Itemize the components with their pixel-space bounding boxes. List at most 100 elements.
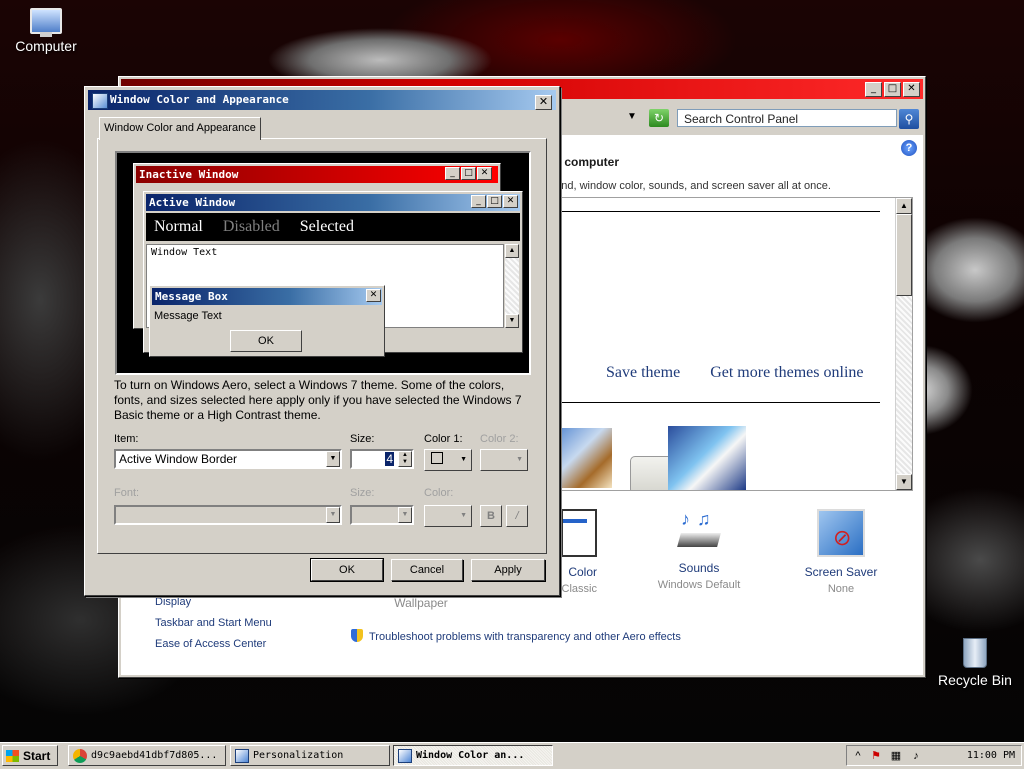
shield-icon xyxy=(351,629,363,642)
sounds-icon: ♪ ♫ xyxy=(675,509,723,553)
recycle-bin-icon xyxy=(963,638,987,668)
message-box-text: Message Text xyxy=(154,310,222,322)
window-color-icon xyxy=(398,749,412,763)
theme-list: Save theme Get more themes online ▲ ▼ xyxy=(549,197,913,491)
size-label: Size: xyxy=(350,433,375,445)
save-theme-link[interactable]: Save theme xyxy=(606,364,680,381)
system-tray: ^ ⚑ ▦ ♪ 11:00 PM xyxy=(846,745,1022,766)
active-window-title: Active Window xyxy=(146,194,520,211)
close-button[interactable]: ✕ xyxy=(903,82,920,97)
screen-saver-icon xyxy=(817,509,865,557)
chevron-down-icon[interactable]: ▼ xyxy=(326,451,340,467)
troubleshoot-link[interactable]: Troubleshoot problems with transparency … xyxy=(351,629,681,643)
color1-swatch xyxy=(431,452,443,464)
item-select[interactable]: Active Window Border ▼ xyxy=(114,449,342,469)
menu-disabled[interactable]: Disabled xyxy=(223,218,280,235)
minimize-button[interactable]: _ xyxy=(865,82,882,97)
font-color-button[interactable]: ▼ xyxy=(424,505,472,527)
sounds-label: Sounds xyxy=(678,561,720,575)
show-hidden-icons-icon[interactable]: ^ xyxy=(851,749,865,763)
font-size-select[interactable]: ▼ xyxy=(350,505,414,525)
message-box-ok-button[interactable]: OK xyxy=(230,330,302,352)
dialog-title: Window Color and Appearance xyxy=(110,93,289,106)
taskbar-button-chrome[interactable]: d9c9aebd41dbf7d805... xyxy=(68,745,226,766)
wallpaper-sub: Wallpaper xyxy=(394,596,448,610)
aero-info-text: To turn on Windows Aero, select a Window… xyxy=(114,378,522,422)
cancel-button[interactable]: Cancel xyxy=(391,559,463,581)
scroll-up-icon[interactable]: ▲ xyxy=(896,198,912,214)
font-select[interactable]: ▼ xyxy=(114,505,342,525)
chevron-down-icon: ▼ xyxy=(460,456,467,463)
tab-panel: Inactive Window _ □ ✕ Active Window _ □ ✕ No… xyxy=(97,138,547,554)
search-icon[interactable]: ⚲ xyxy=(899,109,919,129)
taskbar-button-label: Window Color an... xyxy=(416,750,525,761)
preview-message-box[interactable]: Message Box ✕ Message Text OK xyxy=(149,285,385,357)
ok-button[interactable]: OK xyxy=(310,558,384,582)
refresh-icon[interactable]: ↻ xyxy=(649,109,669,127)
maximize-button[interactable]: □ xyxy=(884,82,901,97)
theme-thumbnail[interactable] xyxy=(668,426,746,490)
page-description: ound, window color, sounds, and screen s… xyxy=(549,180,831,192)
bold-button[interactable]: B xyxy=(480,505,502,527)
taskbar-button-label: Personalization xyxy=(253,750,344,761)
font-size-label: Size: xyxy=(350,487,375,499)
clock[interactable]: 11:00 PM xyxy=(967,746,1015,765)
color1-label: Color 1: xyxy=(424,433,463,445)
windows-logo-icon xyxy=(6,750,19,762)
screen-saver-item[interactable]: Screen Saver None xyxy=(791,509,891,595)
address-dropdown-icon[interactable]: ▼ xyxy=(627,111,637,122)
troubleshoot-label: Troubleshoot problems with transparency … xyxy=(369,631,681,643)
size-spinner[interactable]: 4 ▲ ▼ xyxy=(350,449,414,469)
start-button[interactable]: Start xyxy=(2,745,58,766)
see-also-taskbar[interactable]: Taskbar and Start Menu xyxy=(155,617,272,629)
color2-label: Color 2: xyxy=(480,433,519,445)
network-icon[interactable]: ▦ xyxy=(889,749,903,763)
action-center-icon[interactable]: ⚑ xyxy=(869,749,883,763)
scroll-thumb[interactable] xyxy=(896,214,912,296)
get-more-themes-link[interactable]: Get more themes online xyxy=(710,364,863,381)
screen-saver-sub: None xyxy=(827,583,855,595)
item-label: Item: xyxy=(114,433,139,445)
taskbar: Start d9c9aebd41dbf7d805... Personalizat… xyxy=(0,742,1024,769)
vertical-scrollbar[interactable]: ▲ ▼ xyxy=(895,198,912,490)
appearance-preview[interactable]: Inactive Window _ □ ✕ Active Window _ □ ✕ No… xyxy=(115,151,531,375)
help-icon[interactable]: ? xyxy=(901,140,917,156)
window-color-icon xyxy=(561,509,597,557)
dialog-title-bar[interactable]: Window Color and Appearance ✕ xyxy=(88,90,556,110)
message-box-title: Message Box xyxy=(152,288,382,305)
close-button[interactable]: ✕ xyxy=(535,95,552,110)
desktop-icon-recycle-bin[interactable]: Recycle Bin xyxy=(926,638,1024,688)
chevron-down-icon[interactable]: ▼ xyxy=(398,507,412,523)
desktop-icon-label: Recycle Bin xyxy=(938,672,1012,688)
taskbar-button-personalization[interactable]: Personalization xyxy=(230,745,390,766)
screen-saver-label: Screen Saver xyxy=(804,565,878,579)
size-value: 4 xyxy=(385,452,394,466)
scroll-down-icon[interactable]: ▼ xyxy=(896,474,912,490)
apply-button[interactable]: Apply xyxy=(471,559,545,581)
computer-icon xyxy=(30,8,62,37)
see-also-display[interactable]: Display xyxy=(155,596,191,608)
chevron-down-icon[interactable]: ▼ xyxy=(326,507,340,523)
sounds-item[interactable]: ♪ ♫ Sounds Windows Default xyxy=(647,509,751,591)
taskbar-button-window-color[interactable]: Window Color an... xyxy=(393,745,553,766)
tab-window-color[interactable]: Window Color and Appearance xyxy=(99,117,261,140)
color1-button[interactable]: ▼ xyxy=(424,449,472,471)
inactive-window-title: Inactive Window xyxy=(136,166,498,183)
start-label: Start xyxy=(23,749,51,763)
volume-icon[interactable]: ♪ xyxy=(909,749,923,763)
chevron-down-icon: ▼ xyxy=(516,456,523,463)
menu-normal[interactable]: Normal xyxy=(154,218,203,235)
italic-button[interactable]: / xyxy=(506,505,528,527)
see-also-ease-of-access[interactable]: Ease of Access Center xyxy=(155,638,266,650)
personalization-icon xyxy=(235,749,249,763)
search-input[interactable]: Search Control Panel xyxy=(677,109,897,127)
preview-scrollbar[interactable]: ▲ ▼ xyxy=(505,244,519,328)
spinner-arrows-icon[interactable]: ▲ ▼ xyxy=(398,451,412,467)
chevron-down-icon: ▼ xyxy=(460,512,467,519)
desktop-icon-computer[interactable]: Computer xyxy=(6,8,86,54)
color2-button[interactable]: ▼ xyxy=(480,449,528,471)
window-color-app-icon xyxy=(92,93,108,109)
font-label: Font: xyxy=(114,487,140,499)
menu-selected[interactable]: Selected xyxy=(300,218,354,235)
theme-thumbnail[interactable] xyxy=(558,428,612,488)
